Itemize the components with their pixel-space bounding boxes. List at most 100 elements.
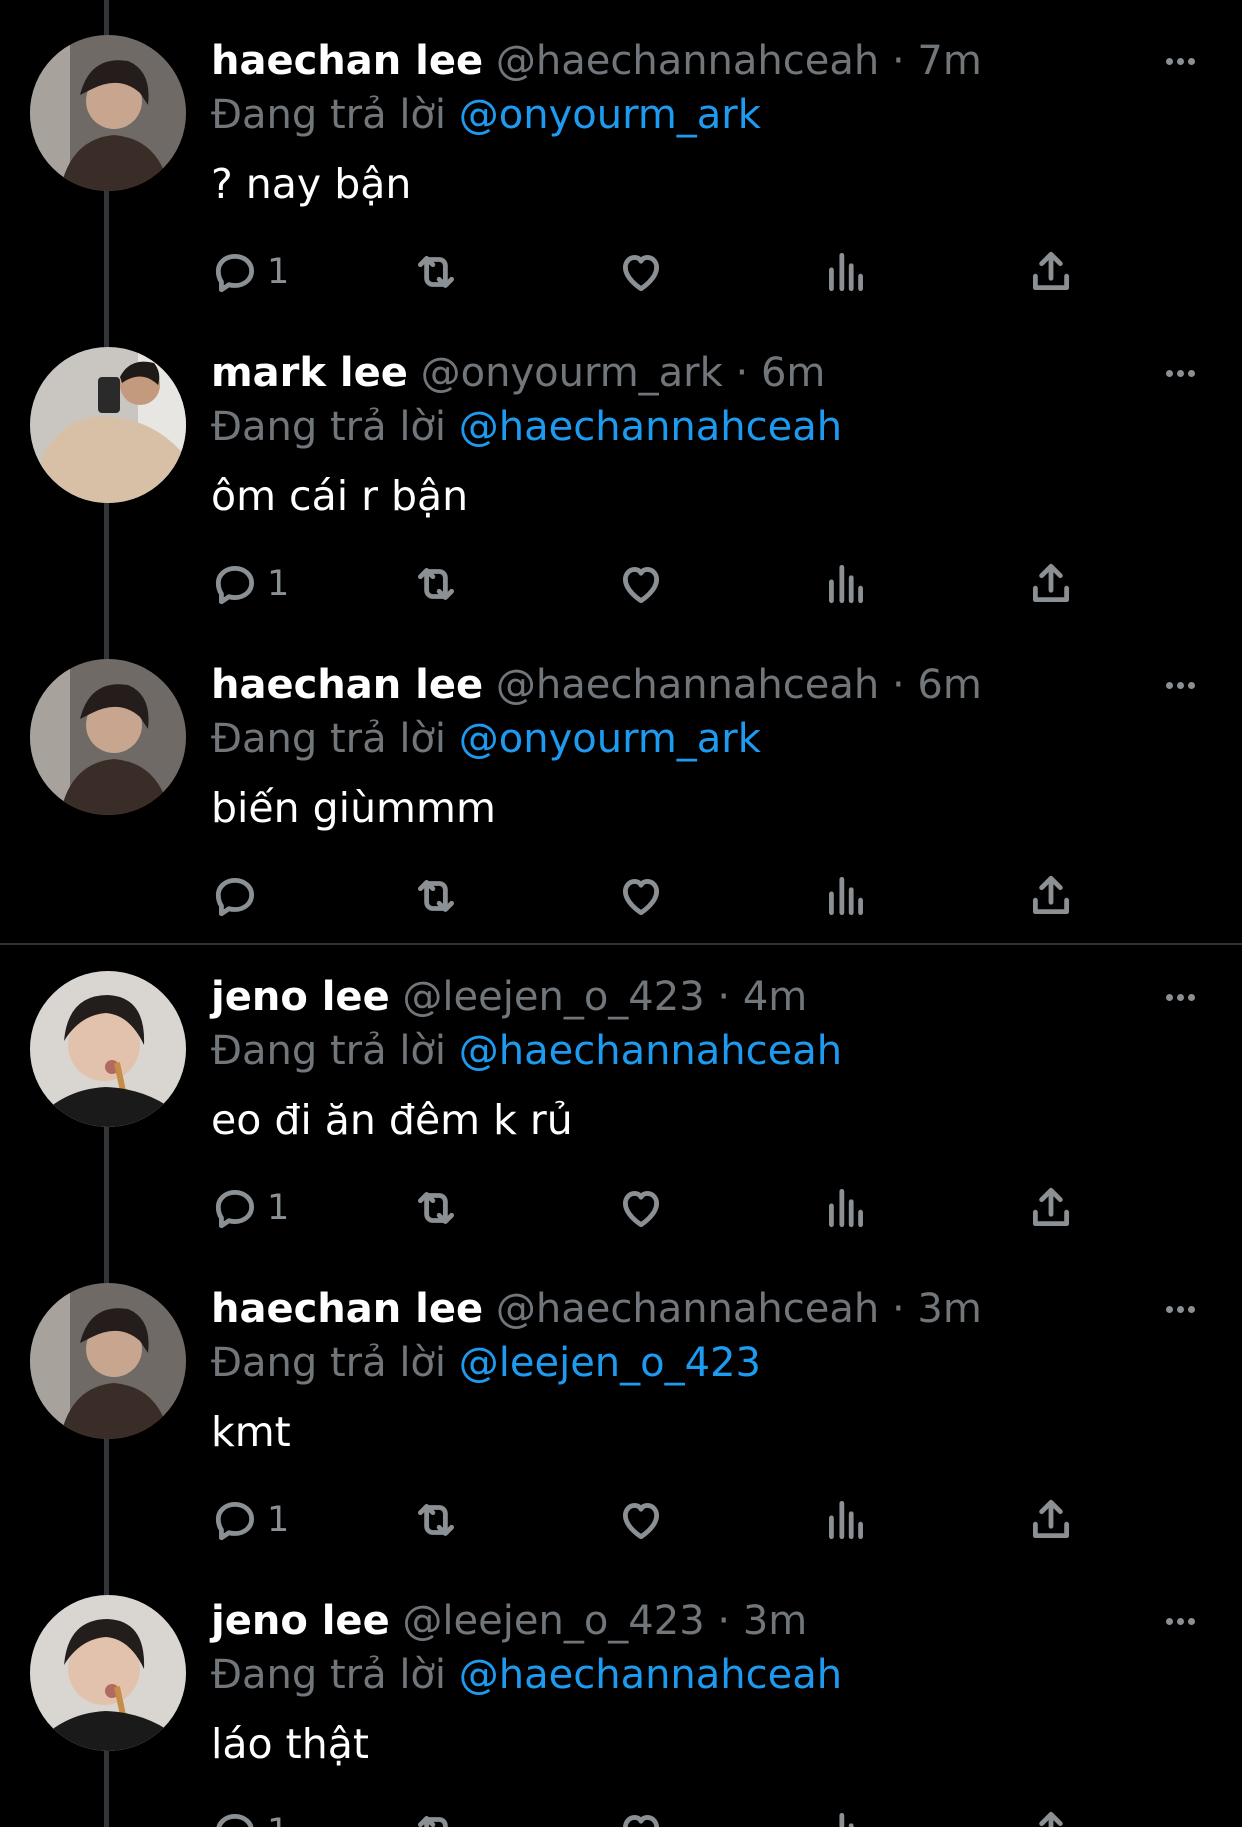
share-icon [1039,1811,1063,1827]
views-icon [829,252,863,292]
tweet-text: ôm cái r bận [211,472,469,520]
replying-to-label: Đang trả lời [211,92,447,138]
avatar[interactable] [30,659,186,815]
heart-icon [622,879,660,916]
user-handle[interactable]: @onyourm_ark [421,350,723,396]
user-handle[interactable]: @leejen_o_423 [402,974,704,1020]
mention-link[interactable]: @haechannahceah [459,1652,842,1698]
reply-button[interactable] [211,868,267,924]
like-button[interactable] [616,868,666,924]
display-name[interactable]: jeno lee [211,974,390,1020]
views-button[interactable] [821,1804,871,1827]
tweet-text: láo thật [211,1720,369,1768]
heart-icon [622,1503,660,1540]
timestamp[interactable]: 3m [917,1286,981,1332]
tweet[interactable]: jeno lee @leejen_o_423 · 4m Đang trả lời… [0,936,1242,1248]
display-name[interactable]: mark lee [211,350,408,396]
avatar[interactable] [30,347,186,503]
tweet[interactable]: haechan lee @haechannahceah · 3m Đang tr… [0,1248,1242,1560]
views-button[interactable] [821,244,871,300]
share-button[interactable] [1026,244,1076,300]
mention-link[interactable]: @haechannahceah [459,1028,842,1074]
avatar[interactable] [30,971,186,1127]
retweet-icon [417,568,455,600]
user-handle[interactable]: @leejen_o_423 [402,1598,704,1644]
reply-count: 1 [267,564,290,604]
more-options-icon[interactable] [1150,982,1210,1012]
retweet-button[interactable] [411,556,461,612]
user-handle[interactable]: @haechannahceah [496,662,879,708]
replying-to-line: Đang trả lời @haechannahceah [211,1644,842,1706]
more-options-icon[interactable] [1150,46,1210,76]
separator-dot: · [717,974,731,1020]
user-handle[interactable]: @haechannahceah [496,1286,879,1332]
more-options-icon[interactable] [1150,1294,1210,1324]
retweet-button[interactable] [411,1804,461,1827]
share-button[interactable] [1026,1804,1076,1827]
reply-button[interactable]: 1 [211,1804,289,1827]
views-button[interactable] [821,1180,871,1236]
retweet-icon [417,880,455,912]
retweet-button[interactable] [411,1492,461,1548]
display-name[interactable]: haechan lee [211,662,483,708]
display-name[interactable]: jeno lee [211,1598,390,1644]
like-button[interactable] [616,556,666,612]
reply-button[interactable]: 1 [211,1492,289,1548]
tweet[interactable]: jeno lee @leejen_o_423 · 3m Đang trả lời… [0,1560,1242,1827]
tweet-text: eo đi ăn đêm k rủ [211,1096,573,1144]
heart-icon [622,567,660,604]
user-handle[interactable]: @haechannahceah [496,38,879,84]
replying-to-label: Đang trả lời [211,404,447,450]
like-button[interactable] [616,1180,666,1236]
reply-button[interactable]: 1 [211,1180,289,1236]
views-icon [829,876,863,916]
tweet-header: jeno lee @leejen_o_423 · 3m [211,1590,807,1652]
tweet-header: haechan lee @haechannahceah · 6m [211,654,982,716]
more-options-icon[interactable] [1150,358,1210,388]
display-name[interactable]: haechan lee [211,38,483,84]
like-button[interactable] [616,1804,666,1827]
timestamp[interactable]: 4m [743,974,807,1020]
heart-icon [623,1815,659,1827]
more-options-icon[interactable] [1150,670,1210,700]
retweet-button[interactable] [411,868,461,924]
like-button[interactable] [616,1492,666,1548]
mention-link[interactable]: @haechannahceah [459,404,842,450]
mention-link[interactable]: @leejen_o_423 [459,1340,761,1386]
share-button[interactable] [1026,1180,1076,1236]
share-icon [1032,875,1070,915]
tweet[interactable]: haechan lee @haechannahceah · 6m Đang tr… [0,624,1242,936]
views-icon [839,1812,854,1827]
timestamp[interactable]: 7m [917,38,981,84]
views-button[interactable] [821,556,871,612]
share-button[interactable] [1026,868,1076,924]
thread-line [104,312,109,347]
timestamp[interactable]: 6m [761,350,825,396]
replying-to-line: Đang trả lời @leejen_o_423 [211,1332,761,1394]
reply-button[interactable]: 1 [211,556,289,612]
reply-icon [215,253,255,293]
like-button[interactable] [616,244,666,300]
timestamp[interactable]: 3m [743,1598,807,1644]
reply-button[interactable]: 1 [211,244,289,300]
mention-link[interactable]: @onyourm_ark [459,716,761,762]
reply-count: 1 [267,252,290,292]
retweet-button[interactable] [411,244,461,300]
display-name[interactable]: haechan lee [211,1286,483,1332]
share-button[interactable] [1026,1492,1076,1548]
views-button[interactable] [821,868,871,924]
retweet-button[interactable] [411,1180,461,1236]
avatar[interactable] [30,1283,186,1439]
views-button[interactable] [821,1492,871,1548]
avatar[interactable] [30,1595,186,1751]
share-button[interactable] [1026,556,1076,612]
timestamp[interactable]: 6m [917,662,981,708]
reply-count: 1 [267,1188,290,1228]
more-options-icon[interactable] [1150,1606,1210,1636]
tweet[interactable]: haechan lee @haechannahceah · 7m Đang tr… [0,0,1242,312]
tweet[interactable]: mark lee @onyourm_ark · 6m Đang trả lời … [0,312,1242,624]
separator-dot: · [891,38,905,84]
mention-link[interactable]: @onyourm_ark [459,92,761,138]
avatar[interactable] [30,35,186,191]
thread-line [104,0,109,35]
